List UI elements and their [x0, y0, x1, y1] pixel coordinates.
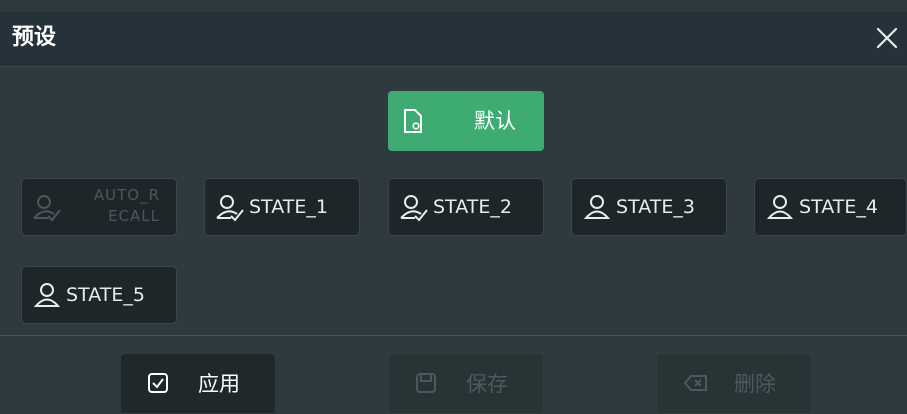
state-auto-recall: AUTO_R ECALL: [21, 178, 177, 236]
delete-button: 删除: [656, 353, 812, 414]
user-check-icon: [215, 194, 245, 222]
save-button: 保存: [388, 353, 544, 414]
preset-dialog: 预设 默认 AUTO_R ECALL STATE_1 STATE_2 STATE…: [0, 0, 907, 414]
dialog-titlebar: 预设: [0, 12, 907, 66]
state-5-button[interactable]: STATE_5: [21, 266, 177, 324]
state-auto-recall-line2: ECALL: [108, 207, 160, 225]
state-4-label: STATE_4: [799, 196, 878, 218]
delete-button-label: 删除: [734, 372, 776, 396]
user-icon: [765, 194, 795, 222]
state-1-button[interactable]: STATE_1: [204, 178, 360, 236]
floppy-disk-icon: [415, 372, 437, 394]
state-3-label: STATE_3: [616, 196, 695, 218]
close-icon[interactable]: [871, 22, 903, 54]
user-icon: [582, 194, 612, 222]
state-4-button[interactable]: STATE_4: [754, 178, 907, 236]
state-auto-recall-line1: AUTO_R: [93, 186, 160, 204]
save-button-label: 保存: [466, 372, 508, 396]
state-3-button[interactable]: STATE_3: [571, 178, 727, 236]
state-2-label: STATE_2: [433, 196, 512, 218]
state-1-label: STATE_1: [249, 196, 328, 218]
backspace-icon: [683, 372, 707, 394]
user-icon: [32, 282, 62, 310]
dialog-title: 预设: [12, 25, 57, 50]
title-divider: [0, 66, 907, 67]
document-settings-icon: [402, 108, 424, 134]
user-check-icon: [399, 194, 429, 222]
state-2-button[interactable]: STATE_2: [388, 178, 544, 236]
action-divider: [0, 335, 907, 336]
default-button-label: 默认: [474, 109, 516, 133]
state-5-label: STATE_5: [66, 284, 145, 306]
user-check-icon: [32, 194, 62, 222]
apply-button-label: 应用: [198, 372, 240, 396]
checkbox-icon: [147, 372, 169, 394]
default-button[interactable]: 默认: [388, 91, 544, 151]
apply-button[interactable]: 应用: [120, 353, 276, 414]
